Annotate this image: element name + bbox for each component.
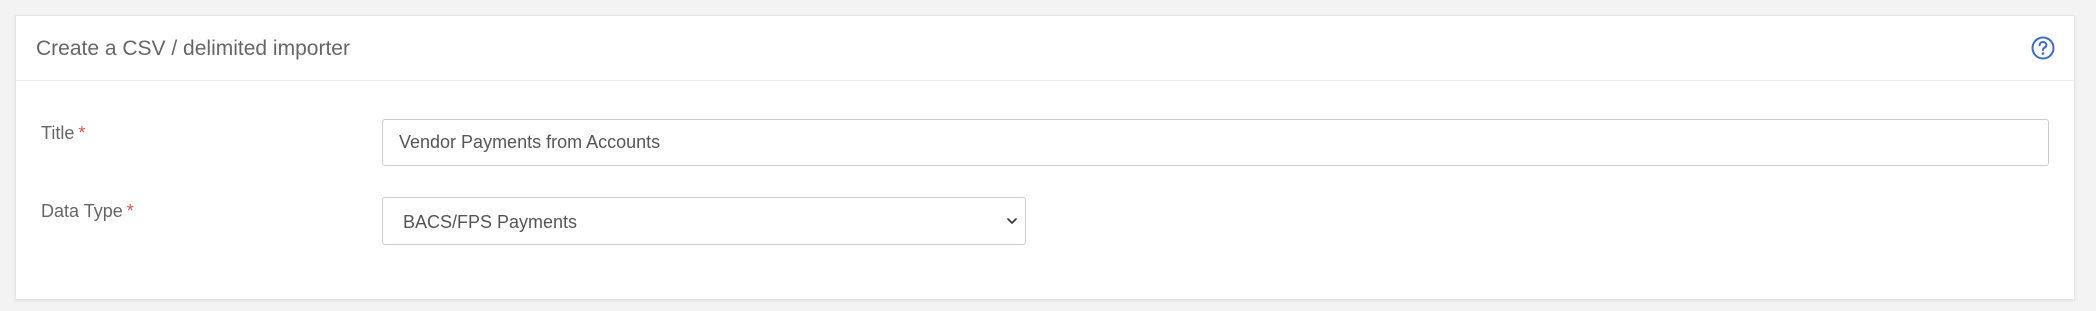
- data-type-label: Data Type *: [41, 201, 134, 222]
- data-type-selected-value: BACS/FPS Payments: [403, 212, 578, 232]
- title-label: Title *: [41, 123, 85, 144]
- panel-title: Create a CSV / delimited importer: [36, 37, 350, 60]
- question-circle-icon[interactable]: [2030, 35, 2056, 61]
- title-input[interactable]: [382, 119, 2049, 166]
- title-label-text: Title: [41, 123, 75, 143]
- importer-panel: Create a CSV / delimited importer Title *…: [15, 15, 2075, 300]
- panel-header: Create a CSV / delimited importer: [16, 16, 2074, 81]
- required-marker: *: [126, 201, 134, 221]
- data-type-select[interactable]: BACS/FPS Payments: [382, 197, 1026, 245]
- required-marker: *: [78, 123, 86, 143]
- chevron-down-icon: [1005, 214, 1019, 228]
- data-type-label-text: Data Type: [41, 201, 123, 221]
